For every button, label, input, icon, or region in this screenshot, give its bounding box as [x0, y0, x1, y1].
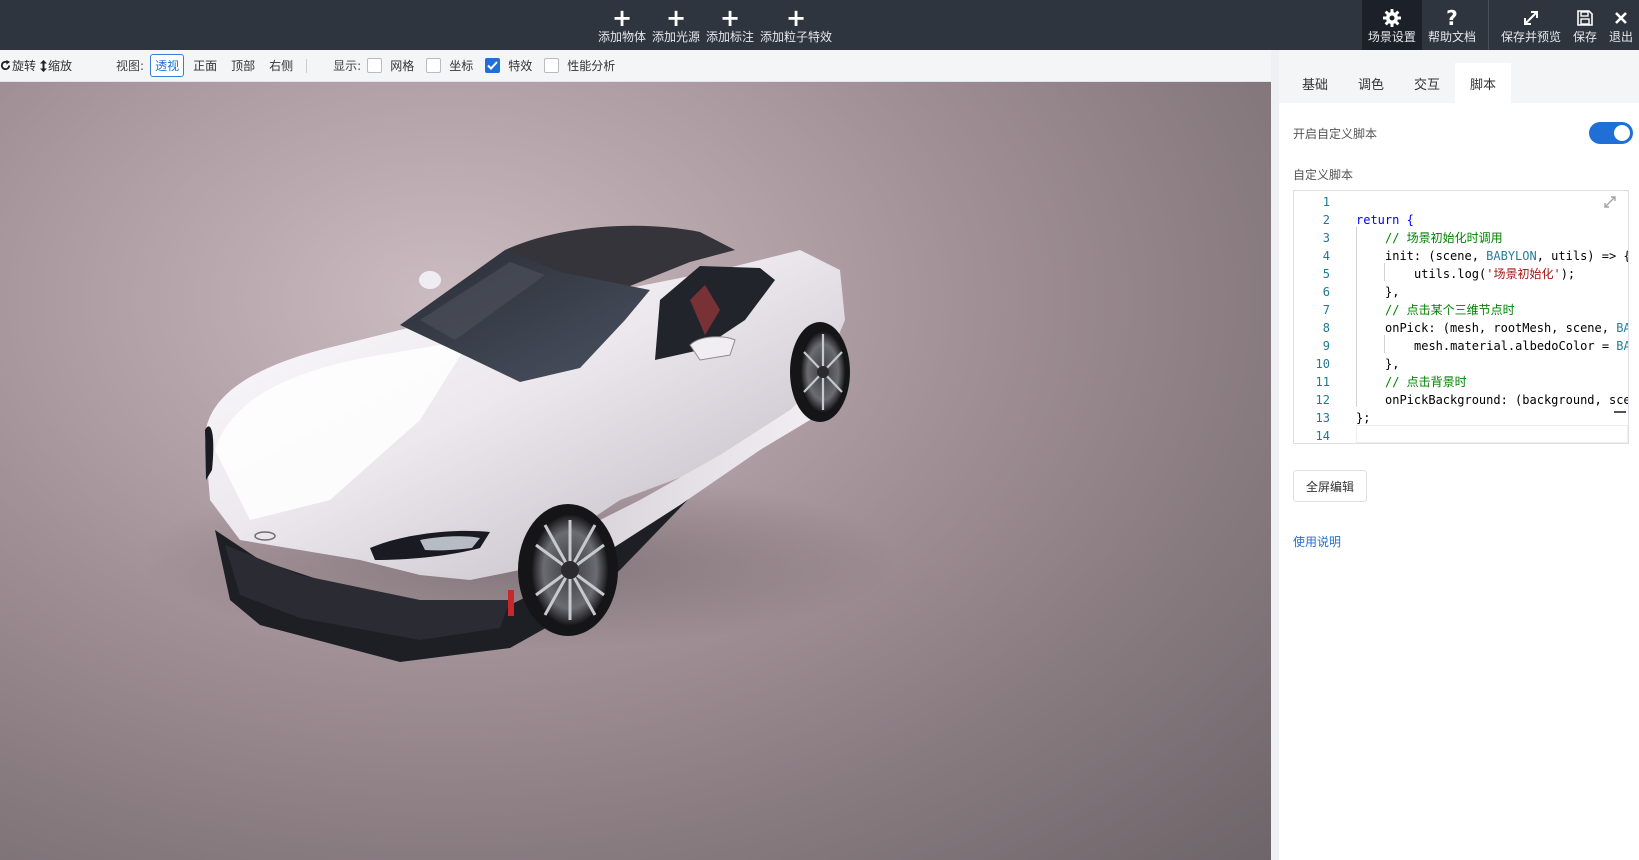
code-line: 6}, — [1322, 285, 1400, 299]
fullscreen-edit-button[interactable]: 全屏编辑 — [1293, 470, 1367, 502]
rotate-label: 旋转 — [12, 59, 37, 73]
plus-icon: + — [665, 4, 687, 32]
code-line: 8onPick: (mesh, rootMesh, scene, BA — [1322, 321, 1628, 335]
car-model[interactable] — [0, 82, 1271, 860]
performance-label: 性能分析 — [567, 59, 616, 73]
add-object-button[interactable]: + 添加物体 — [595, 0, 649, 50]
usage-instructions-link[interactable]: 使用说明 — [1293, 533, 1341, 550]
effects-checkbox[interactable]: 特效 — [479, 57, 532, 74]
code-line: 5 utils.log('场景初始化'); — [1322, 267, 1576, 281]
panel-tabs: 基础 调色 交互 脚本 — [1279, 50, 1639, 103]
toolbar-divider — [1487, 0, 1489, 50]
add-particle-button[interactable]: + 添加粒子特效 — [757, 0, 835, 50]
exit-label: 退出 — [1608, 30, 1633, 44]
effects-label: 特效 — [508, 59, 533, 73]
zoom-label: 缩放 — [48, 59, 73, 73]
right-toolbar-group: 场景设置 ? 帮助文档 保存并预览 保存 退出 — [1361, 0, 1639, 50]
add-toolbar-group: + 添加物体 + 添加光源 + 添加标注 + 添加粒子特效 — [595, 0, 835, 50]
vertical-arrows-icon — [40, 59, 48, 72]
plus-icon: + — [611, 4, 633, 32]
rotate-icon — [0, 60, 11, 71]
code-line: 9mesh.material.albedoColor = BA — [1322, 339, 1628, 353]
rotate-button[interactable]: 旋转 — [0, 57, 36, 74]
question-icon: ? — [1446, 6, 1458, 30]
view-front-button[interactable]: 正面 — [188, 54, 222, 77]
view-perspective-button[interactable]: 透视 — [150, 54, 185, 77]
scroll-marker — [1614, 411, 1626, 413]
enable-script-label: 开启自定义脚本 — [1293, 126, 1378, 141]
close-icon — [1615, 12, 1627, 24]
display-label: 显示: — [333, 59, 362, 73]
code-line: 10}, — [1315, 357, 1400, 371]
divider — [306, 58, 308, 73]
code-line: 3// 场景初始化时调用 — [1322, 231, 1503, 245]
code-line: 7// 点击某个三维节点时 — [1322, 303, 1515, 317]
properties-panel: 基础 调色 交互 脚本 开启自定义脚本 自定义脚本 1 2 return { 3/… — [1271, 50, 1639, 860]
3d-viewport[interactable] — [0, 82, 1271, 860]
code-line: 2 return { — [1322, 213, 1414, 227]
save-button[interactable]: 保存 — [1567, 0, 1603, 50]
code-line: 4 init: (scene, BABYLON, utils) => { — [1322, 249, 1629, 263]
zoom-button[interactable]: 缩放 — [40, 57, 72, 74]
tab-basic[interactable]: 基础 — [1287, 63, 1343, 103]
help-docs-label: 帮助文档 — [1427, 30, 1476, 44]
checkmark-icon — [487, 61, 498, 70]
add-object-label: 添加物体 — [598, 30, 647, 44]
toggle-knob — [1614, 125, 1630, 141]
tab-color-grading[interactable]: 调色 — [1343, 63, 1399, 103]
add-label-button[interactable]: + 添加标注 — [703, 0, 757, 50]
grid-label: 网格 — [390, 59, 415, 73]
enable-script-toggle[interactable] — [1589, 122, 1633, 144]
save-label: 保存 — [1572, 30, 1597, 44]
code-line: 1 — [1322, 195, 1330, 209]
scene-settings-button[interactable]: 场景设置 — [1361, 0, 1422, 50]
top-toolbar: + 添加物体 + 添加光源 + 添加标注 + 添加粒子特效 场景设置 ? 帮助文… — [0, 0, 1639, 50]
viewport-toolbar: 旋转 缩放 视图: 透视 正面 顶部 右侧 显示: 网格 坐标 特效 性能分析 — [0, 50, 1271, 82]
code-line: 12 onPickBackground: (background, sce — [1315, 393, 1629, 407]
axis-checkbox[interactable]: 坐标 — [420, 57, 473, 74]
scene-settings-label: 场景设置 — [1367, 30, 1416, 44]
add-light-label: 添加光源 — [652, 30, 701, 44]
exit-button[interactable]: 退出 — [1603, 0, 1639, 50]
expand-icon — [1523, 11, 1538, 25]
view-top-button[interactable]: 顶部 — [226, 54, 260, 77]
enable-script-row: 开启自定义脚本 — [1293, 122, 1633, 144]
custom-script-label: 自定义脚本 — [1293, 168, 1354, 182]
checkbox-box[interactable] — [544, 58, 560, 73]
view-right-button[interactable]: 右侧 — [264, 54, 298, 77]
code-editor[interactable]: 1 2 return { 3// 场景初始化时调用 4 init: (scene, … — [1293, 190, 1629, 444]
add-particle-label: 添加粒子特效 — [760, 30, 833, 44]
save-preview-button[interactable]: 保存并预览 — [1495, 0, 1567, 50]
checkbox-box[interactable] — [426, 58, 442, 73]
grid-checkbox[interactable]: 网格 — [361, 57, 414, 74]
add-light-button[interactable]: + 添加光源 — [649, 0, 703, 50]
code-line: 11// 点击背景时 — [1315, 375, 1467, 389]
help-docs-button[interactable]: ? 帮助文档 — [1422, 0, 1482, 50]
plus-icon: + — [786, 4, 807, 32]
performance-checkbox[interactable]: 性能分析 — [538, 57, 615, 74]
tab-script[interactable]: 脚本 — [1455, 63, 1512, 103]
save-preview-label: 保存并预览 — [1500, 30, 1561, 44]
floppy-icon — [1577, 10, 1593, 26]
tab-interaction[interactable]: 交互 — [1399, 63, 1455, 103]
view-label: 视图: — [116, 59, 145, 73]
checkbox-box[interactable] — [367, 58, 383, 73]
gear-icon — [1382, 9, 1401, 27]
code-line: 14 — [1315, 429, 1330, 443]
add-label-label: 添加标注 — [706, 30, 755, 44]
axis-label: 坐标 — [449, 59, 474, 73]
plus-icon: + — [719, 4, 741, 32]
checkbox-box[interactable] — [485, 58, 501, 73]
